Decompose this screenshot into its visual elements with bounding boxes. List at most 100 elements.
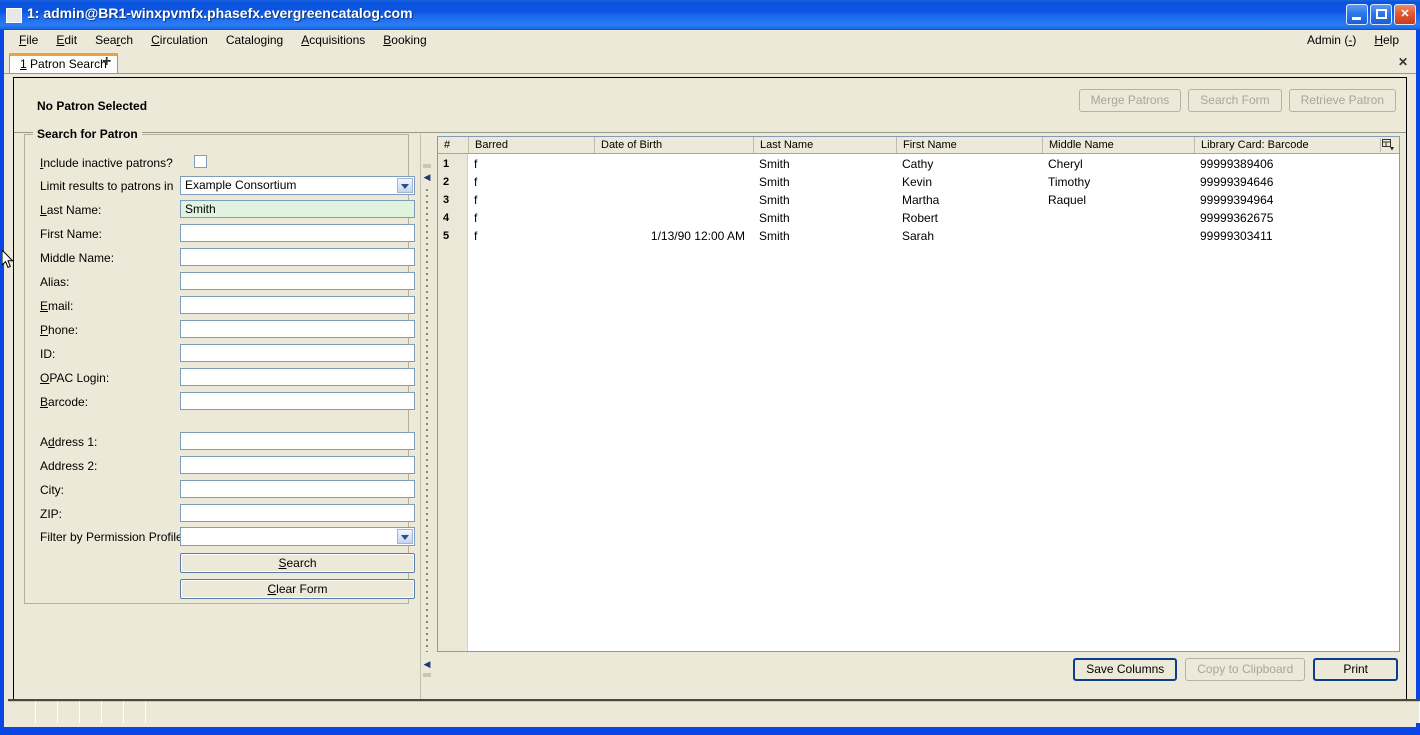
cell-barred: f bbox=[474, 193, 478, 207]
splitter-nub-top bbox=[423, 164, 431, 168]
retrieve-patron-button[interactable]: Retrieve Patron bbox=[1288, 89, 1396, 112]
search-button[interactable]: Search bbox=[180, 553, 415, 573]
menu-acquisitions[interactable]: Acquisitions bbox=[292, 30, 374, 50]
table-row[interactable]: 5 f 1/13/90 12:00 AM Smith Sarah 9999930… bbox=[438, 227, 1399, 245]
table-row[interactable]: 4 f Smith Robert 99999362675 bbox=[438, 209, 1399, 227]
cell-barcode: 99999394964 bbox=[1200, 193, 1274, 207]
cell-first-name: Cathy bbox=[902, 157, 934, 171]
merge-patrons-button[interactable]: Merge Patrons bbox=[1078, 89, 1182, 112]
opac-login-input[interactable] bbox=[180, 368, 415, 386]
copy-to-clipboard-button[interactable]: Copy to Clipboard bbox=[1185, 658, 1306, 681]
collapse-left-arrow-icon[interactable]: ◀ bbox=[423, 172, 431, 182]
statusbar bbox=[8, 699, 1420, 723]
column-header-last-name[interactable]: Last Name bbox=[753, 137, 896, 153]
menu-admin[interactable]: Admin (-) bbox=[1298, 30, 1365, 50]
grid-footer-buttons: Save Columns Copy to Clipboard Print bbox=[1073, 658, 1398, 681]
close-tab-button[interactable]: ✕ bbox=[1398, 55, 1408, 69]
field-label-include-inactive: Include inactive patrons? bbox=[40, 156, 173, 170]
pane-splitter[interactable]: ◀ ◀ bbox=[420, 134, 434, 707]
id-input[interactable] bbox=[180, 344, 415, 362]
field-label-middle-name: Middle Name: bbox=[40, 251, 115, 265]
field-label-last-name: Last Name: bbox=[40, 203, 102, 217]
print-button[interactable]: Print bbox=[1313, 658, 1398, 681]
content-panel: No Patron Selected Merge Patrons Search … bbox=[13, 77, 1407, 707]
save-columns-button[interactable]: Save Columns bbox=[1073, 658, 1178, 681]
cell-date-of-birth bbox=[594, 155, 753, 173]
field-label-barcode: Barcode: bbox=[40, 395, 89, 409]
email-input[interactable] bbox=[180, 296, 415, 314]
results-pane: # Barred Date of Birth Last Name First N… bbox=[433, 134, 1406, 707]
first-name-input[interactable] bbox=[180, 224, 415, 242]
cell-first-name: Sarah bbox=[902, 229, 935, 243]
cell-last-name: Smith bbox=[759, 211, 790, 225]
maximize-icon bbox=[1376, 9, 1387, 19]
column-header-middle-name[interactable]: Middle Name bbox=[1042, 137, 1194, 153]
menu-circulation[interactable]: Circulation bbox=[142, 30, 217, 50]
alias-input[interactable] bbox=[180, 272, 415, 290]
tab-number: 1 bbox=[20, 57, 27, 71]
last-name-input[interactable] bbox=[180, 200, 415, 218]
patron-results-grid[interactable]: # Barred Date of Birth Last Name First N… bbox=[437, 136, 1400, 652]
tabstrip: 1 Patron Search + ✕ bbox=[4, 51, 1416, 74]
address2-input[interactable] bbox=[180, 456, 415, 474]
limit-results-select[interactable]: Example Consortium bbox=[180, 176, 415, 195]
menu-edit[interactable]: Edit bbox=[47, 30, 86, 50]
field-city: City: bbox=[25, 480, 415, 504]
zip-input[interactable] bbox=[180, 504, 415, 522]
menu-file[interactable]: File bbox=[10, 30, 47, 50]
patron-summary-header: No Patron Selected Merge Patrons Search … bbox=[14, 78, 1406, 133]
menubar: File Edit Search Circulation Cataloging … bbox=[4, 30, 1416, 51]
city-input[interactable] bbox=[180, 480, 415, 498]
menu-help[interactable]: Help bbox=[1365, 30, 1408, 50]
window-body: File Edit Search Circulation Cataloging … bbox=[4, 30, 1420, 727]
column-header-date-of-birth[interactable]: Date of Birth bbox=[594, 137, 753, 153]
cell-barcode: 99999394646 bbox=[1200, 175, 1274, 189]
close-button[interactable]: ✕ bbox=[1394, 4, 1416, 25]
chevron-down-icon bbox=[397, 178, 413, 193]
status-segment-1 bbox=[8, 701, 36, 723]
cell-first-name: Martha bbox=[902, 193, 940, 207]
maximize-button[interactable] bbox=[1370, 4, 1392, 25]
column-header-library-card-barcode[interactable]: Library Card: Barcode bbox=[1194, 137, 1384, 153]
address1-input[interactable] bbox=[180, 432, 415, 450]
collapse-left-arrow-icon-bottom[interactable]: ◀ bbox=[423, 659, 431, 669]
column-header-number[interactable]: # bbox=[438, 137, 468, 153]
search-fieldset-legend: Search for Patron bbox=[33, 127, 142, 141]
table-row[interactable]: 1 f Smith Cathy Cheryl 99999389406 bbox=[438, 155, 1399, 173]
menu-cataloging[interactable]: Cataloging bbox=[217, 30, 292, 50]
status-segment-2 bbox=[36, 701, 58, 723]
column-header-barred[interactable]: Barred bbox=[468, 137, 594, 153]
cell-last-name: Smith bbox=[759, 193, 790, 207]
field-label-email: Email: bbox=[40, 299, 74, 313]
table-row[interactable]: 3 f Smith Martha Raquel 99999394964 bbox=[438, 191, 1399, 209]
barcode-input[interactable] bbox=[180, 392, 415, 410]
field-include-inactive: Include inactive patrons? bbox=[25, 153, 410, 177]
table-row[interactable]: 2 f Smith Kevin Timothy 99999394646 bbox=[438, 173, 1399, 191]
cell-date-of-birth bbox=[594, 191, 753, 209]
cell-row-number: 4 bbox=[443, 212, 450, 224]
cell-row-number: 3 bbox=[443, 194, 450, 206]
cell-row-number: 1 bbox=[443, 158, 450, 170]
patron-header-buttons: Merge Patrons Search Form Retrieve Patro… bbox=[1078, 89, 1396, 112]
new-tab-button[interactable]: + bbox=[102, 54, 111, 70]
menu-booking[interactable]: Booking bbox=[374, 30, 435, 50]
menu-search[interactable]: Search bbox=[86, 30, 142, 50]
permission-profile-select[interactable] bbox=[180, 527, 415, 546]
limit-results-value: Example Consortium bbox=[185, 178, 297, 192]
column-header-first-name[interactable]: First Name bbox=[896, 137, 1042, 153]
app-icon bbox=[6, 8, 22, 23]
column-picker-icon[interactable] bbox=[1380, 138, 1397, 152]
minimize-button[interactable] bbox=[1346, 4, 1368, 25]
cell-middle-name: Raquel bbox=[1048, 193, 1087, 207]
cell-date-of-birth bbox=[594, 209, 753, 227]
include-inactive-checkbox[interactable] bbox=[194, 155, 207, 168]
middle-name-input[interactable] bbox=[180, 248, 415, 266]
search-form-button[interactable]: Search Form bbox=[1188, 89, 1282, 112]
phone-input[interactable] bbox=[180, 320, 415, 338]
field-label-address2: Address 2: bbox=[40, 459, 98, 473]
cell-middle-name: Timothy bbox=[1048, 175, 1091, 189]
page-title: No Patron Selected bbox=[37, 99, 148, 113]
field-label-first-name: First Name: bbox=[40, 227, 103, 241]
clear-form-button[interactable]: Clear Form bbox=[180, 579, 415, 599]
cell-barcode: 99999303411 bbox=[1200, 229, 1273, 243]
